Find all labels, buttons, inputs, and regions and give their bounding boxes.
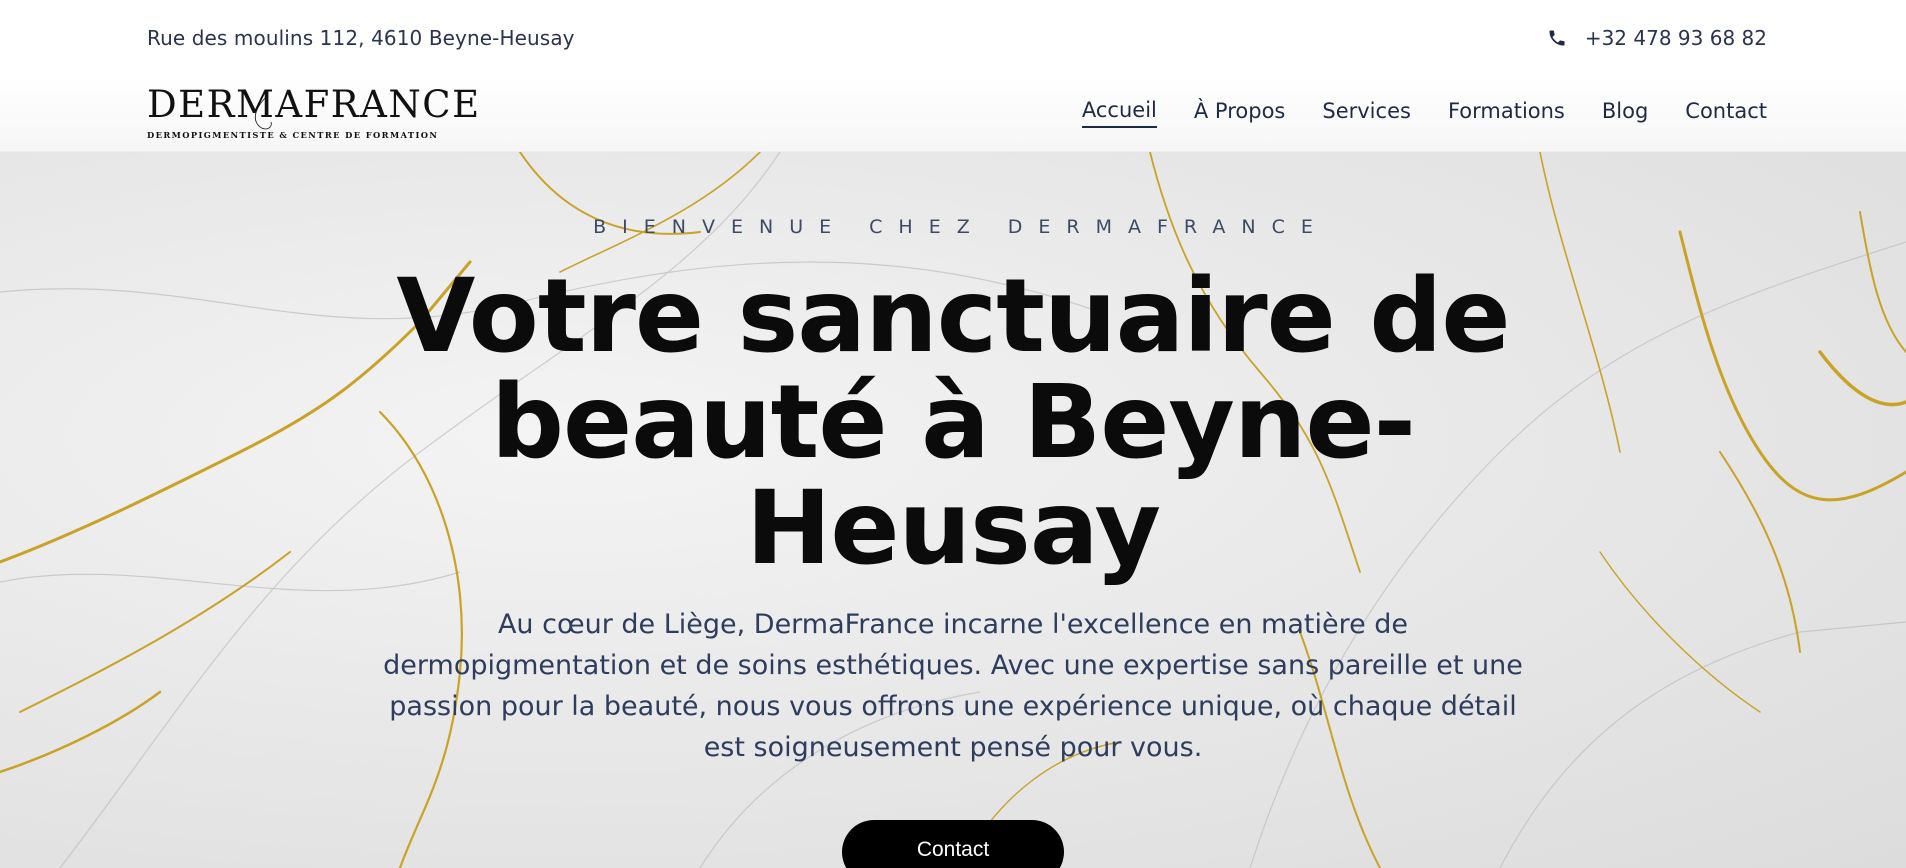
nav-item-services[interactable]: Services xyxy=(1322,99,1411,127)
phone-contact[interactable]: +32 478 93 68 82 xyxy=(1547,26,1767,50)
nav-item-contact[interactable]: Contact xyxy=(1685,99,1767,127)
nav-item-formations[interactable]: Formations xyxy=(1448,99,1565,127)
hero-content: BIENVENUE CHEZ DERMAFRANCE Votre sanctua… xyxy=(0,152,1906,868)
top-info-bar: Rue des moulins 112, 4610 Beyne-Heusay +… xyxy=(0,0,1906,75)
nav-menu: Accueil À Propos Services Formations Blo… xyxy=(1081,98,1767,128)
main-navbar: DERMAFRANCE DERMOPIGMENTISTE & CENTRE DE… xyxy=(0,75,1906,152)
contact-button[interactable]: Contact xyxy=(842,820,1064,868)
hero-section: BIENVENUE CHEZ DERMAFRANCE Votre sanctua… xyxy=(0,152,1906,868)
hero-eyebrow: BIENVENUE CHEZ DERMAFRANCE xyxy=(593,216,1329,238)
logo-wordmark: DERMAFRANCE xyxy=(147,83,481,126)
phone-icon xyxy=(1547,28,1567,48)
nav-item-accueil[interactable]: Accueil xyxy=(1081,98,1157,128)
logo-tagline: DERMOPIGMENTISTE & CENTRE DE FORMATION xyxy=(147,130,439,140)
logo-swirl-icon xyxy=(254,95,272,130)
nav-item-blog[interactable]: Blog xyxy=(1602,99,1648,127)
phone-number[interactable]: +32 478 93 68 82 xyxy=(1585,26,1767,50)
hero-description: Au cœur de Liège, DermaFrance incarne l'… xyxy=(383,609,1523,763)
nav-item-a-propos[interactable]: À Propos xyxy=(1194,99,1285,127)
hero-title: Votre sanctuaire de beauté à Beyne-Heusa… xyxy=(396,257,1510,588)
address-text: Rue des moulins 112, 4610 Beyne-Heusay xyxy=(147,25,575,50)
brand-logo[interactable]: DERMAFRANCE DERMOPIGMENTISTE & CENTRE DE… xyxy=(147,86,481,140)
